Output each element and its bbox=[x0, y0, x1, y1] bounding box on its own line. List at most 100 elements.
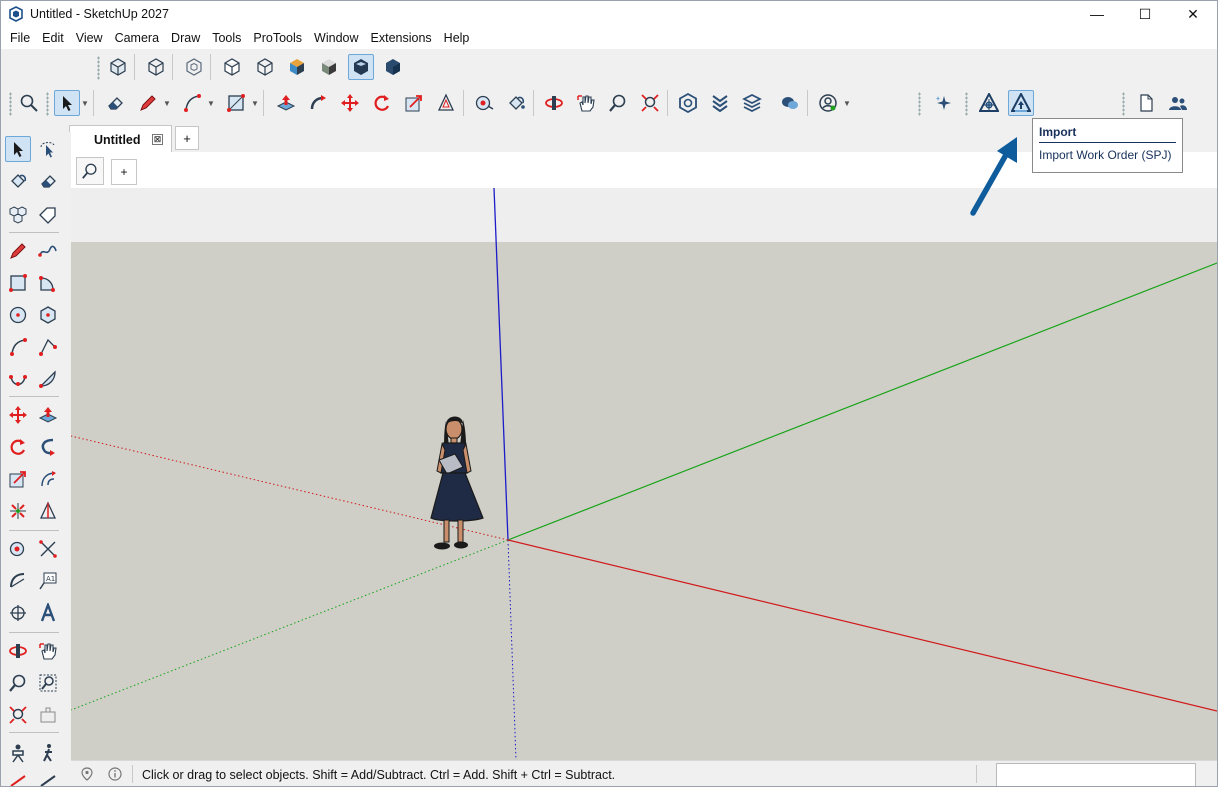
add-tab-button[interactable]: + bbox=[175, 126, 199, 150]
tab-untitled[interactable]: Untitled ⊠ bbox=[69, 125, 172, 153]
wireframe-style-icon[interactable] bbox=[181, 54, 207, 80]
mirror-icon[interactable] bbox=[35, 498, 61, 524]
zoom-extents-icon[interactable] bbox=[5, 702, 31, 728]
flip-icon[interactable] bbox=[5, 498, 31, 524]
3d-text-icon[interactable] bbox=[35, 600, 61, 626]
follow-me-icon[interactable] bbox=[305, 90, 331, 116]
search-icon[interactable] bbox=[16, 90, 42, 116]
walk-icon[interactable] bbox=[35, 740, 61, 766]
eraser-icon[interactable] bbox=[102, 90, 128, 116]
paint-bucket-icon[interactable] bbox=[5, 168, 31, 194]
tape-measure-icon[interactable] bbox=[471, 90, 497, 116]
section-plane-icon[interactable] bbox=[35, 768, 61, 786]
protools-locate-icon[interactable] bbox=[976, 90, 1002, 116]
styled-edges-icon[interactable] bbox=[348, 54, 374, 80]
axes-tool-icon[interactable] bbox=[5, 600, 31, 626]
menu-edit[interactable]: Edit bbox=[36, 27, 70, 49]
section-fill-style-icon[interactable] bbox=[380, 54, 406, 80]
position-camera-icon[interactable] bbox=[5, 740, 31, 766]
sparkle-ai-icon[interactable] bbox=[931, 90, 957, 116]
menu-tools[interactable]: Tools bbox=[206, 27, 247, 49]
geo-location-icon[interactable] bbox=[80, 767, 94, 781]
move-tool-icon[interactable] bbox=[337, 90, 363, 116]
chevron-down-icon[interactable]: ▼ bbox=[843, 90, 851, 116]
tape-measure-icon[interactable] bbox=[5, 536, 31, 562]
protools-import-icon[interactable] bbox=[1008, 90, 1034, 116]
rectangle-tool-icon[interactable] bbox=[5, 270, 31, 296]
protractor-icon[interactable] bbox=[5, 568, 31, 594]
rotate-tool-icon[interactable] bbox=[5, 434, 31, 460]
rotate-tool-icon[interactable] bbox=[369, 90, 395, 116]
close-tab-icon[interactable]: ⊠ bbox=[152, 134, 163, 145]
scale-tool-icon[interactable] bbox=[401, 90, 427, 116]
offset-tool-icon[interactable] bbox=[35, 466, 61, 492]
chevron-down-icon[interactable]: ▼ bbox=[251, 90, 259, 116]
drawing-viewport[interactable] bbox=[71, 188, 1217, 760]
lasso-select-icon[interactable] bbox=[35, 136, 61, 162]
rotated-rectangle-icon[interactable] bbox=[35, 270, 61, 296]
paint-bucket-icon[interactable] bbox=[503, 90, 529, 116]
three-point-arc-icon[interactable] bbox=[5, 366, 31, 392]
offset-tool-icon[interactable] bbox=[433, 90, 459, 116]
add-scene-button[interactable]: + bbox=[111, 159, 137, 185]
select-tool-icon[interactable] bbox=[54, 90, 80, 116]
maximize-button[interactable]: ☐ bbox=[1121, 1, 1169, 27]
chevron-down-icon[interactable]: ▼ bbox=[207, 90, 215, 116]
select-tool-icon[interactable] bbox=[5, 136, 31, 162]
close-button[interactable]: ✕ bbox=[1169, 1, 1217, 27]
push-pull-icon[interactable] bbox=[35, 402, 61, 428]
zoom-icon[interactable] bbox=[5, 670, 31, 696]
pan-icon[interactable] bbox=[573, 90, 599, 116]
dimension-icon[interactable] bbox=[35, 536, 61, 562]
polygon-tool-icon[interactable] bbox=[35, 302, 61, 328]
menu-camera[interactable]: Camera bbox=[109, 27, 165, 49]
back-edges-style-icon[interactable] bbox=[143, 54, 169, 80]
info-icon[interactable] bbox=[108, 767, 122, 781]
menu-extensions[interactable]: Extensions bbox=[365, 27, 438, 49]
component-icon[interactable] bbox=[5, 202, 31, 228]
push-pull-icon[interactable] bbox=[273, 90, 299, 116]
rectangle-tool-icon[interactable] bbox=[223, 90, 249, 116]
menu-view[interactable]: View bbox=[70, 27, 109, 49]
monochrome-style-icon[interactable] bbox=[316, 54, 342, 80]
freehand-icon[interactable] bbox=[35, 238, 61, 264]
chevron-down-icon[interactable]: ▼ bbox=[81, 90, 89, 116]
eraser-icon[interactable] bbox=[35, 168, 61, 194]
orbit-icon[interactable] bbox=[541, 90, 567, 116]
chevron-down-icon[interactable]: ▼ bbox=[163, 90, 171, 116]
pencil-icon[interactable] bbox=[135, 90, 161, 116]
zoom-extents-icon[interactable] bbox=[637, 90, 663, 116]
menu-help[interactable]: Help bbox=[438, 27, 476, 49]
layers-icon[interactable] bbox=[739, 90, 765, 116]
menu-protools[interactable]: ProTools bbox=[247, 27, 308, 49]
orbit-icon[interactable] bbox=[5, 638, 31, 664]
extension-warehouse-icon[interactable] bbox=[707, 90, 733, 116]
follow-me-icon[interactable] bbox=[35, 434, 61, 460]
users-icon[interactable] bbox=[1165, 90, 1191, 116]
tag-icon[interactable] bbox=[35, 202, 61, 228]
two-point-arc-icon[interactable] bbox=[35, 334, 61, 360]
3d-warehouse-icon[interactable] bbox=[675, 90, 701, 116]
shaded-style-icon[interactable] bbox=[252, 54, 278, 80]
arc-tool-icon[interactable] bbox=[5, 334, 31, 360]
menu-draw[interactable]: Draw bbox=[165, 27, 206, 49]
pencil-icon[interactable] bbox=[5, 238, 31, 264]
chat-bubble-icon[interactable] bbox=[777, 90, 803, 116]
hidden-line-style-icon[interactable] bbox=[219, 54, 245, 80]
search-icon[interactable] bbox=[76, 157, 104, 185]
account-icon[interactable] bbox=[815, 90, 841, 116]
circle-tool-icon[interactable] bbox=[5, 302, 31, 328]
xray-style-icon[interactable] bbox=[105, 54, 131, 80]
arc-tool-icon[interactable] bbox=[179, 90, 205, 116]
menu-file[interactable]: File bbox=[4, 27, 36, 49]
look-around-icon[interactable] bbox=[5, 768, 31, 786]
minimize-button[interactable]: — bbox=[1073, 1, 1121, 27]
pie-tool-icon[interactable] bbox=[35, 366, 61, 392]
zoom-icon[interactable] bbox=[605, 90, 631, 116]
text-label-icon[interactable]: A1 bbox=[35, 568, 61, 594]
pan-icon[interactable] bbox=[35, 638, 61, 664]
previous-view-icon[interactable] bbox=[35, 702, 61, 728]
new-document-icon[interactable] bbox=[1133, 90, 1159, 116]
menu-window[interactable]: Window bbox=[308, 27, 364, 49]
move-tool-icon[interactable] bbox=[5, 402, 31, 428]
